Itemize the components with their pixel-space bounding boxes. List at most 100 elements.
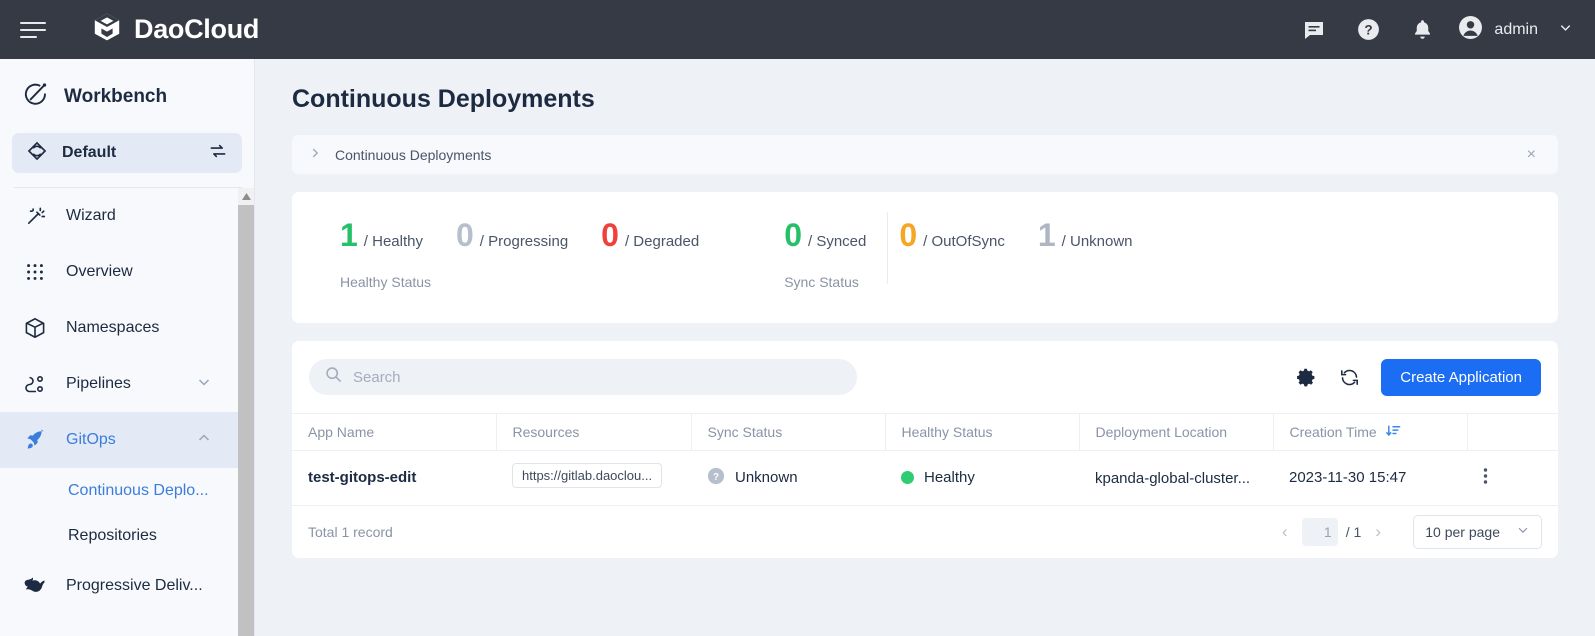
stat-label: / OutOfSync (923, 233, 1005, 250)
next-page-button[interactable]: › (1361, 517, 1395, 547)
page-title: Continuous Deployments (292, 85, 1595, 114)
sort-descending-icon[interactable] (1386, 423, 1401, 441)
sidebar-subitem-label: Continuous Deplo... (68, 482, 209, 500)
chevron-down-icon (1516, 523, 1530, 540)
stat-unknown: 1 / Unknown (1038, 219, 1133, 251)
sidebar-item-label: Namespaces (66, 319, 159, 337)
column-creation-time[interactable]: Creation Time (1273, 414, 1467, 451)
sidebar-item-wizard[interactable]: Wizard (0, 188, 254, 244)
table-row[interactable]: test-gitops-edit https://gitlab.daoclou.… (292, 451, 1558, 505)
stat-progressing: 0 / Progressing (456, 219, 568, 251)
healthy-status-caption: Healthy Status (340, 274, 732, 290)
page-total-label: / 1 (1346, 524, 1362, 540)
help-icon[interactable]: ? (1341, 0, 1395, 59)
column-creation-time-label: Creation Time (1290, 424, 1377, 440)
deployment-location-label: kpanda-global-cluster... (1095, 470, 1250, 487)
cell-creation-time: 2023-11-30 15:47 (1273, 451, 1467, 505)
sidebar-workbench[interactable]: Workbench (0, 59, 254, 133)
breadcrumb: Continuous Deployments × (292, 135, 1558, 174)
breadcrumb-label[interactable]: Continuous Deployments (335, 147, 491, 163)
stat-label: / Synced (808, 233, 866, 250)
table-body: test-gitops-edit https://gitlab.daoclou.… (292, 451, 1558, 505)
search-input[interactable] (353, 369, 833, 386)
sidebar-item-pipelines[interactable]: Pipelines (0, 356, 254, 412)
sync-status-caption: Sync Status (784, 274, 1165, 290)
sidebar-item-label: Wizard (66, 207, 116, 225)
scroll-up-icon[interactable] (238, 188, 254, 205)
sidebar-item-overview[interactable]: Overview (0, 244, 254, 300)
stat-label: / Progressing (480, 233, 568, 250)
close-icon[interactable]: × (1521, 142, 1542, 168)
main-content: Continuous Deployments Continuous Deploy… (255, 59, 1595, 636)
user-name: admin (1494, 21, 1538, 39)
gear-icon[interactable] (1295, 366, 1317, 388)
cell-healthy-status: Healthy (885, 451, 1079, 505)
sidebar-item-continuous-deployments[interactable]: Continuous Deplo... (0, 468, 254, 513)
switch-workspace-icon[interactable] (208, 141, 228, 166)
healthy-status-label: Healthy (924, 469, 975, 486)
table-toolbar: Create Application (292, 341, 1558, 413)
svg-text:?: ? (713, 472, 719, 483)
create-application-button[interactable]: Create Application (1381, 359, 1541, 396)
stat-value: 1 (1038, 219, 1056, 251)
search-box[interactable] (309, 359, 857, 395)
chevron-up-icon (196, 430, 212, 451)
current-page-input[interactable]: 1 (1302, 518, 1338, 546)
sidebar-item-default-workspace[interactable]: Default (12, 133, 242, 173)
stat-value: 0 (601, 219, 619, 251)
column-app-name[interactable]: App Name (292, 414, 496, 451)
workspace-label: Default (62, 144, 116, 162)
sidebar-scrollbar[interactable] (238, 188, 254, 636)
column-healthy-status[interactable]: Healthy Status (885, 414, 1079, 451)
sync-status-row: 0 / Synced 0 / OutOfSync 1 / Unknown (784, 219, 1165, 251)
chat-icon[interactable] (1287, 0, 1341, 59)
pipeline-icon (22, 372, 48, 396)
status-dot (901, 471, 914, 484)
kebab-menu-icon[interactable] (1483, 470, 1488, 491)
stat-degraded: 0 / Degraded (601, 219, 699, 251)
sidebar-item-namespaces[interactable]: Namespaces (0, 300, 254, 356)
pagination: ‹ 1 / 1 › 10 per page (1268, 515, 1542, 549)
cell-actions (1467, 451, 1558, 505)
sidebar-item-progressive-delivery[interactable]: Progressive Deliv... (0, 558, 254, 614)
toolbar-actions: Create Application (1295, 359, 1541, 396)
per-page-select[interactable]: 10 per page (1413, 515, 1542, 549)
stat-label: / Healthy (364, 233, 423, 250)
chevron-down-icon (196, 374, 212, 395)
workspace-icon (26, 140, 48, 167)
stat-value: 0 (784, 219, 802, 251)
prev-page-button[interactable]: ‹ (1268, 517, 1302, 547)
stat-synced: 0 / Synced (784, 219, 866, 251)
rocket-icon (22, 428, 48, 452)
stat-outofsync: 0 / OutOfSync (899, 219, 1005, 251)
refresh-icon[interactable] (1338, 366, 1360, 388)
grid-icon (22, 261, 48, 283)
applications-table: App Name Resources Sync Status Healthy S… (292, 413, 1558, 505)
daocloud-cube-icon (91, 11, 123, 48)
sidebar-item-label: GitOps (66, 431, 116, 449)
top-bar: DaoCloud ? (0, 0, 1595, 59)
sidebar-scrollbar-thumb[interactable] (238, 205, 254, 636)
sidebar-nav: Wizard Overview Namespaces (0, 188, 254, 614)
cell-resources: https://gitlab.daoclou... (496, 451, 691, 505)
resource-chip[interactable]: https://gitlab.daoclou... (512, 463, 662, 488)
stat-value: 0 (899, 219, 917, 251)
sidebar-item-gitops[interactable]: GitOps (0, 412, 254, 468)
per-page-label: 10 per page (1425, 524, 1500, 540)
cell-app-name[interactable]: test-gitops-edit (292, 451, 496, 505)
column-resources[interactable]: Resources (496, 414, 691, 451)
stat-value: 1 (340, 219, 358, 251)
sidebar-item-repositories[interactable]: Repositories (0, 513, 254, 558)
user-menu[interactable]: admin (1457, 14, 1573, 46)
bell-icon[interactable] (1395, 0, 1449, 59)
chevron-right-icon[interactable] (308, 146, 322, 164)
topbar-actions: ? admin (1287, 0, 1595, 59)
column-deployment-location[interactable]: Deployment Location (1079, 414, 1273, 451)
sidebar: Workbench Default Wi (0, 59, 255, 636)
hamburger-icon[interactable] (20, 16, 48, 44)
stat-label: / Unknown (1062, 233, 1133, 250)
sidebar-item-label: Progressive Deliv... (66, 577, 203, 595)
column-sync-status[interactable]: Sync Status (691, 414, 885, 451)
healthy-status-row: 1 / Healthy 0 / Progressing 0 / Degraded (340, 219, 732, 251)
brand-logo[interactable]: DaoCloud (91, 11, 259, 48)
